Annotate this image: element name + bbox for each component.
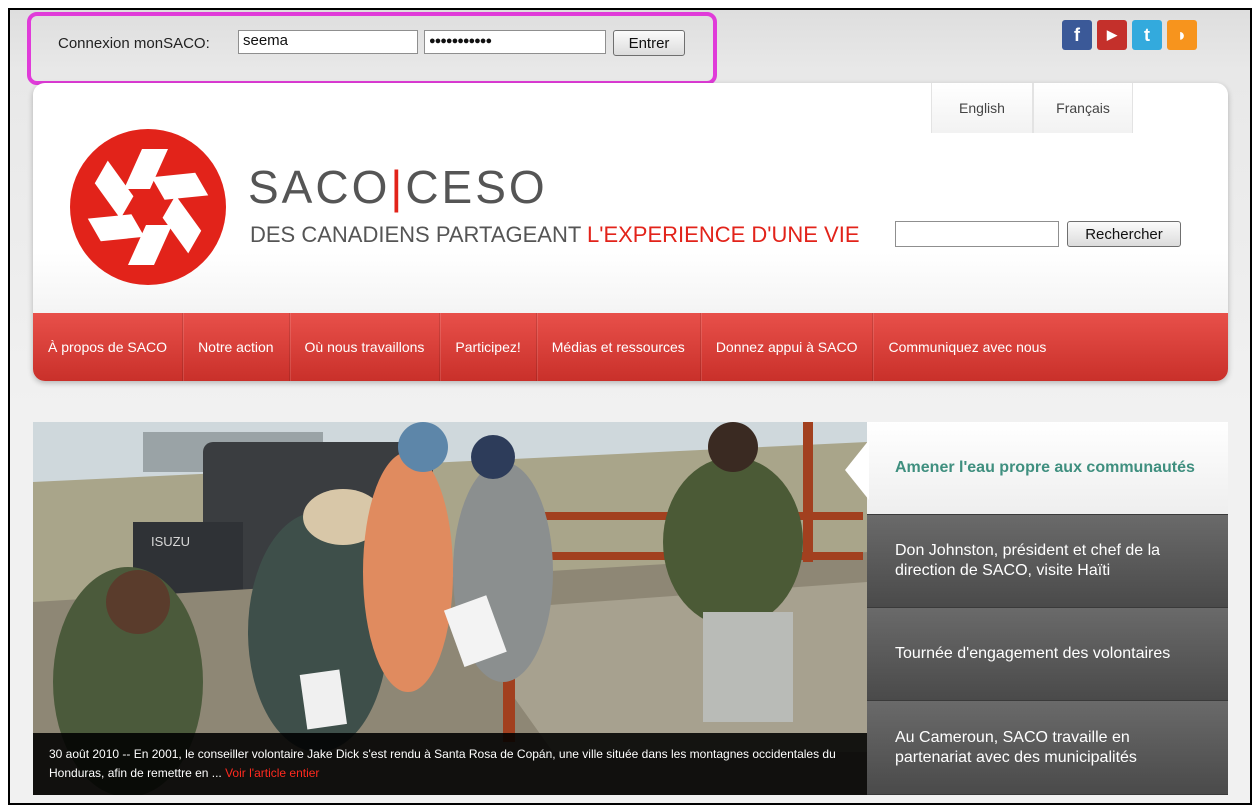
nav-support[interactable]: Donnez appui à SACO (701, 313, 874, 381)
read-more-link[interactable]: Voir l'article entier (225, 766, 319, 780)
truck-label: ISUZU (151, 534, 190, 549)
tagline-grey: DES CANADIENS PARTAGEANT (250, 222, 588, 247)
side-item-clean-water[interactable]: Amener l'eau propre aux communautés (867, 422, 1228, 515)
caption-text: 30 août 2010 -- En 2001, le conseiller v… (49, 747, 836, 780)
search-input[interactable] (895, 221, 1059, 247)
brand-wordmark: SACO|CESO (248, 160, 548, 214)
twitter-icon[interactable]: t (1132, 20, 1162, 50)
youtube-icon[interactable]: ▶ (1097, 20, 1127, 50)
header-card: English Français SACO|CESO DES CANADIENS… (33, 83, 1228, 381)
brand-separator: | (390, 161, 406, 213)
rss-icon[interactable]: ◗ (1167, 20, 1197, 50)
main-nav: À propos de SACO Notre action Où nous tr… (33, 313, 1228, 381)
side-item-don-johnston[interactable]: Don Johnston, président et chef de la di… (867, 515, 1228, 608)
feature-photo[interactable]: ISUZU 30 août 2010 -- En 2001, le consei… (33, 422, 867, 795)
nav-where-we-work[interactable]: Où nous travaillons (290, 313, 441, 381)
brand-saco: SACO (248, 161, 391, 213)
lang-french-tab[interactable]: Français (1033, 83, 1133, 133)
nav-participate[interactable]: Participez! (440, 313, 537, 381)
nav-media-resources[interactable]: Médias et ressources (537, 313, 701, 381)
nav-our-action[interactable]: Notre action (183, 313, 290, 381)
feature-caption: 30 août 2010 -- En 2001, le conseiller v… (33, 733, 867, 795)
login-label: Connexion monSACO: (58, 35, 210, 52)
saco-logo (70, 129, 226, 285)
login-submit-button[interactable]: Entrer (613, 30, 685, 56)
nav-contact[interactable]: Communiquez avec nous (873, 313, 1061, 381)
side-item-engagement-tour[interactable]: Tournée d'engagement des volontaires (867, 608, 1228, 701)
side-item-cameroun[interactable]: Au Cameroun, SACO travaille en partenari… (867, 701, 1228, 795)
password-input[interactable]: ●●●●●●●●●●● (424, 30, 606, 54)
brand-ceso: CESO (405, 161, 548, 213)
facebook-icon[interactable]: f (1062, 20, 1092, 50)
active-pointer (845, 440, 869, 500)
lang-english-tab[interactable]: English (931, 83, 1033, 133)
tagline: DES CANADIENS PARTAGEANT L'EXPERIENCE D'… (250, 222, 860, 248)
tagline-red: L'EXPERIENCE D'UNE VIE (587, 222, 860, 247)
search-button[interactable]: Rechercher (1067, 221, 1181, 247)
username-input[interactable]: seema (238, 30, 418, 54)
nav-about[interactable]: À propos de SACO (33, 313, 184, 381)
